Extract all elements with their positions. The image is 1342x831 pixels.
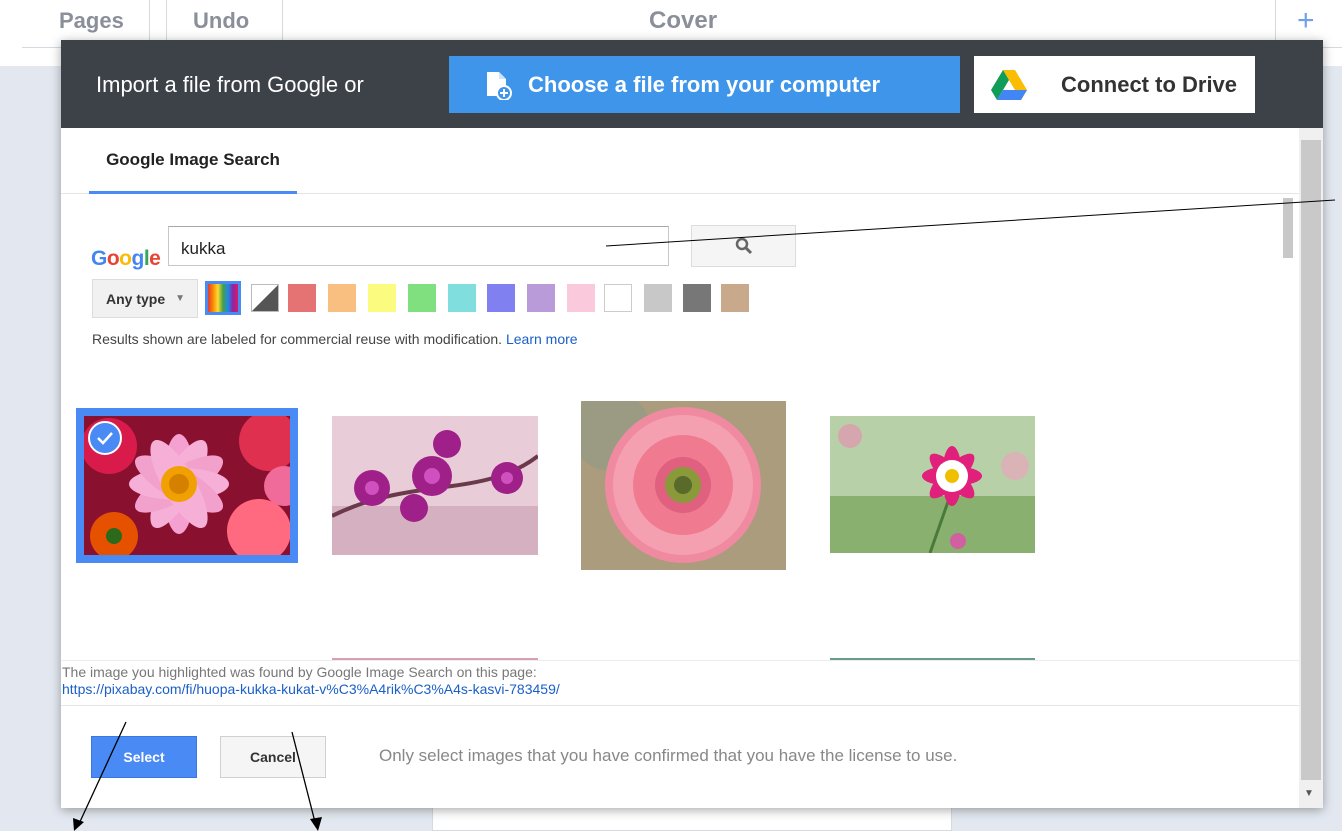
color-filter-black[interactable] [683, 284, 711, 312]
source-info-text: The image you highlighted was found by G… [62, 664, 537, 680]
color-filter-purple[interactable] [527, 284, 555, 312]
color-filter-brown[interactable] [721, 284, 749, 312]
search-icon [735, 237, 752, 255]
type-filter-label: Any type [106, 290, 166, 307]
color-filter-gray[interactable] [644, 284, 672, 312]
color-filter-teal[interactable] [448, 284, 476, 312]
color-filter-yellow[interactable] [368, 284, 396, 312]
dialog-actions: Select Cancel Only select images that yo… [61, 707, 1299, 808]
choose-file-label: Choose a file from your computer [528, 71, 881, 97]
cancel-button[interactable]: Cancel [220, 736, 326, 778]
file-upload-icon [484, 70, 512, 101]
scrollbar-track[interactable] [1301, 140, 1321, 780]
source-info: The image you highlighted was found by G… [61, 660, 1299, 706]
color-filter-orange[interactable] [328, 284, 356, 312]
type-filter-dropdown[interactable]: Any type ▼ [92, 279, 198, 318]
color-filter-red[interactable] [288, 284, 316, 312]
google-drive-icon [989, 68, 1029, 102]
pages-button[interactable]: Pages [59, 8, 124, 34]
search-button[interactable] [691, 225, 796, 267]
connect-drive-label: Connect to Drive [1061, 71, 1238, 97]
rainbow-swatch-icon [208, 284, 238, 312]
purple-orchids-image [332, 416, 538, 555]
search-panel: Google Any type ▼ Results [61, 195, 1299, 661]
license-notice: Results shown are labeled for commercial… [92, 331, 578, 347]
image-picker-dialog: Import a file from Google or Choose a fi… [61, 40, 1323, 808]
license-warning: Only select images that you have confirm… [379, 746, 958, 765]
connect-drive-button[interactable]: Connect to Drive [974, 56, 1255, 113]
page-title: Cover [649, 7, 718, 34]
google-logo: Google [91, 247, 161, 270]
choose-file-button[interactable]: Choose a file from your computer [449, 56, 960, 113]
color-filter-white[interactable] [604, 284, 632, 312]
color-filter-pink[interactable] [567, 284, 595, 312]
import-text: Import a file from Google or [96, 72, 364, 97]
result-image[interactable] [581, 401, 786, 570]
color-filter-green[interactable] [408, 284, 436, 312]
inner-scroll-thumb[interactable] [1283, 198, 1293, 258]
result-image[interactable] [332, 416, 538, 555]
add-page-button[interactable]: + [1297, 4, 1315, 38]
pink-cosmos-image [830, 416, 1035, 553]
color-filter-black-and-white[interactable] [251, 284, 279, 312]
result-image[interactable] [830, 416, 1035, 553]
color-filter-blue[interactable] [487, 284, 515, 312]
dialog-header: Import a file from Google or Choose a fi… [61, 40, 1323, 128]
select-button[interactable]: Select [91, 736, 197, 778]
source-url-link[interactable]: https://pixabay.com/fi/huopa-kukka-kukat… [62, 681, 1299, 697]
license-notice-text: Results shown are labeled for commercial… [92, 331, 503, 347]
undo-button[interactable]: Undo [193, 8, 249, 34]
selected-check-icon [88, 421, 122, 455]
search-input[interactable] [168, 226, 669, 266]
learn-more-link[interactable]: Learn more [506, 331, 578, 347]
tab-bar: Google Image Search [61, 128, 1299, 194]
scroll-down-icon[interactable]: ▼ [1304, 788, 1314, 799]
dropdown-arrow-icon: ▼ [175, 293, 186, 304]
tab-google-image-search[interactable]: Google Image Search [89, 128, 297, 194]
pink-gerbera-image [581, 401, 786, 570]
color-filter-full-color[interactable] [205, 281, 241, 315]
